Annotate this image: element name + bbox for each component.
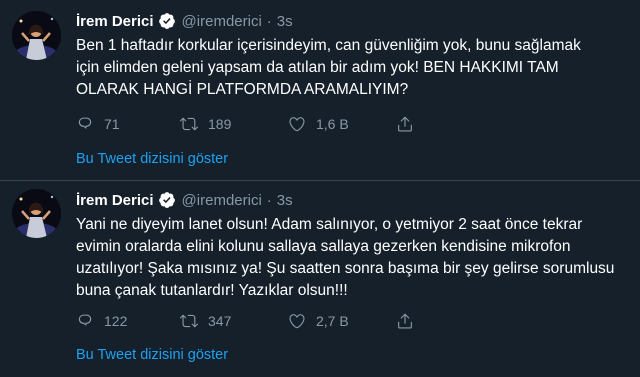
display-name[interactable]: İrem Derici <box>76 192 154 209</box>
tweet-text-line: evimin oralarda elini kolunu sallaya sal… <box>76 238 571 255</box>
reply-icon <box>78 314 92 326</box>
heart-icon <box>289 117 305 132</box>
tweet-text-line: Yani ne diyeyim lanet olsun! Adam salını… <box>76 216 583 233</box>
handle[interactable]: @iremderici <box>182 13 262 30</box>
tweet-actions: 122 347 2,7 B <box>76 310 496 332</box>
separator-dot: · <box>266 191 272 209</box>
tweet-text-line: Ben 1 haftadır korkular içerisindeyim, c… <box>76 37 581 54</box>
tweet-header: İrem Derici @iremderici · 3s <box>76 189 293 211</box>
tweet[interactable]: İrem Derici @iremderici · 3s Ben 1 hafta… <box>0 0 640 181</box>
tweet-text: Ben 1 haftadır korkular içerisindeyim, c… <box>76 35 628 101</box>
reply-button[interactable]: 122 <box>76 310 127 332</box>
share-icon <box>398 313 412 329</box>
like-count: 2,7 B <box>316 313 349 329</box>
reply-count: 122 <box>104 313 128 329</box>
reply-icon <box>78 117 92 129</box>
tweet-text: Yani ne diyeyim lanet olsun! Adam salını… <box>76 214 628 302</box>
tweet-text-line: için elimden geleni yapsam da atılan bir… <box>76 59 559 76</box>
retweet-icon <box>180 117 198 131</box>
tweet-text-line: uzatılıyor! Şaka mısınız ya! Şu saatten … <box>76 260 615 277</box>
like-count: 1,6 B <box>316 116 349 132</box>
like-button[interactable]: 2,7 B <box>288 310 349 332</box>
verified-badge-icon <box>158 192 175 208</box>
timestamp[interactable]: 3s <box>277 13 293 30</box>
tweet-actions: 71 189 1,6 B <box>76 113 496 135</box>
verified-badge-icon <box>158 13 175 29</box>
show-thread-link[interactable]: Bu Tweet dizisini göster <box>76 151 228 167</box>
share-icon <box>398 116 412 132</box>
retweet-button[interactable]: 189 <box>180 113 231 135</box>
retweet-icon <box>180 314 198 328</box>
avatar[interactable] <box>12 189 61 238</box>
timestamp[interactable]: 3s <box>277 192 293 209</box>
avatar[interactable] <box>12 11 61 60</box>
display-name[interactable]: İrem Derici <box>76 13 154 30</box>
reply-button[interactable]: 71 <box>76 113 120 135</box>
retweet-count: 347 <box>208 313 232 329</box>
tweet-text-line: OLARAK HANGİ PLATFORMDA ARAMALIYIM? <box>76 81 409 98</box>
tweet-text-line: buna çanak tutanlardır! Yazıklar olsun!!… <box>76 282 348 299</box>
retweet-button[interactable]: 347 <box>180 310 231 332</box>
reply-count: 71 <box>104 116 120 132</box>
like-button[interactable]: 1,6 B <box>288 113 349 135</box>
tweet-header: İrem Derici @iremderici · 3s <box>76 10 293 32</box>
share-button[interactable] <box>396 113 424 135</box>
handle[interactable]: @iremderici <box>182 192 262 209</box>
retweet-count: 189 <box>208 116 232 132</box>
heart-icon <box>289 314 305 329</box>
separator-dot: · <box>266 12 272 30</box>
share-button[interactable] <box>396 310 424 332</box>
show-thread-link[interactable]: Bu Tweet dizisini göster <box>76 347 228 363</box>
tweet[interactable]: İrem Derici @iremderici · 3s Yani ne diy… <box>0 181 640 377</box>
